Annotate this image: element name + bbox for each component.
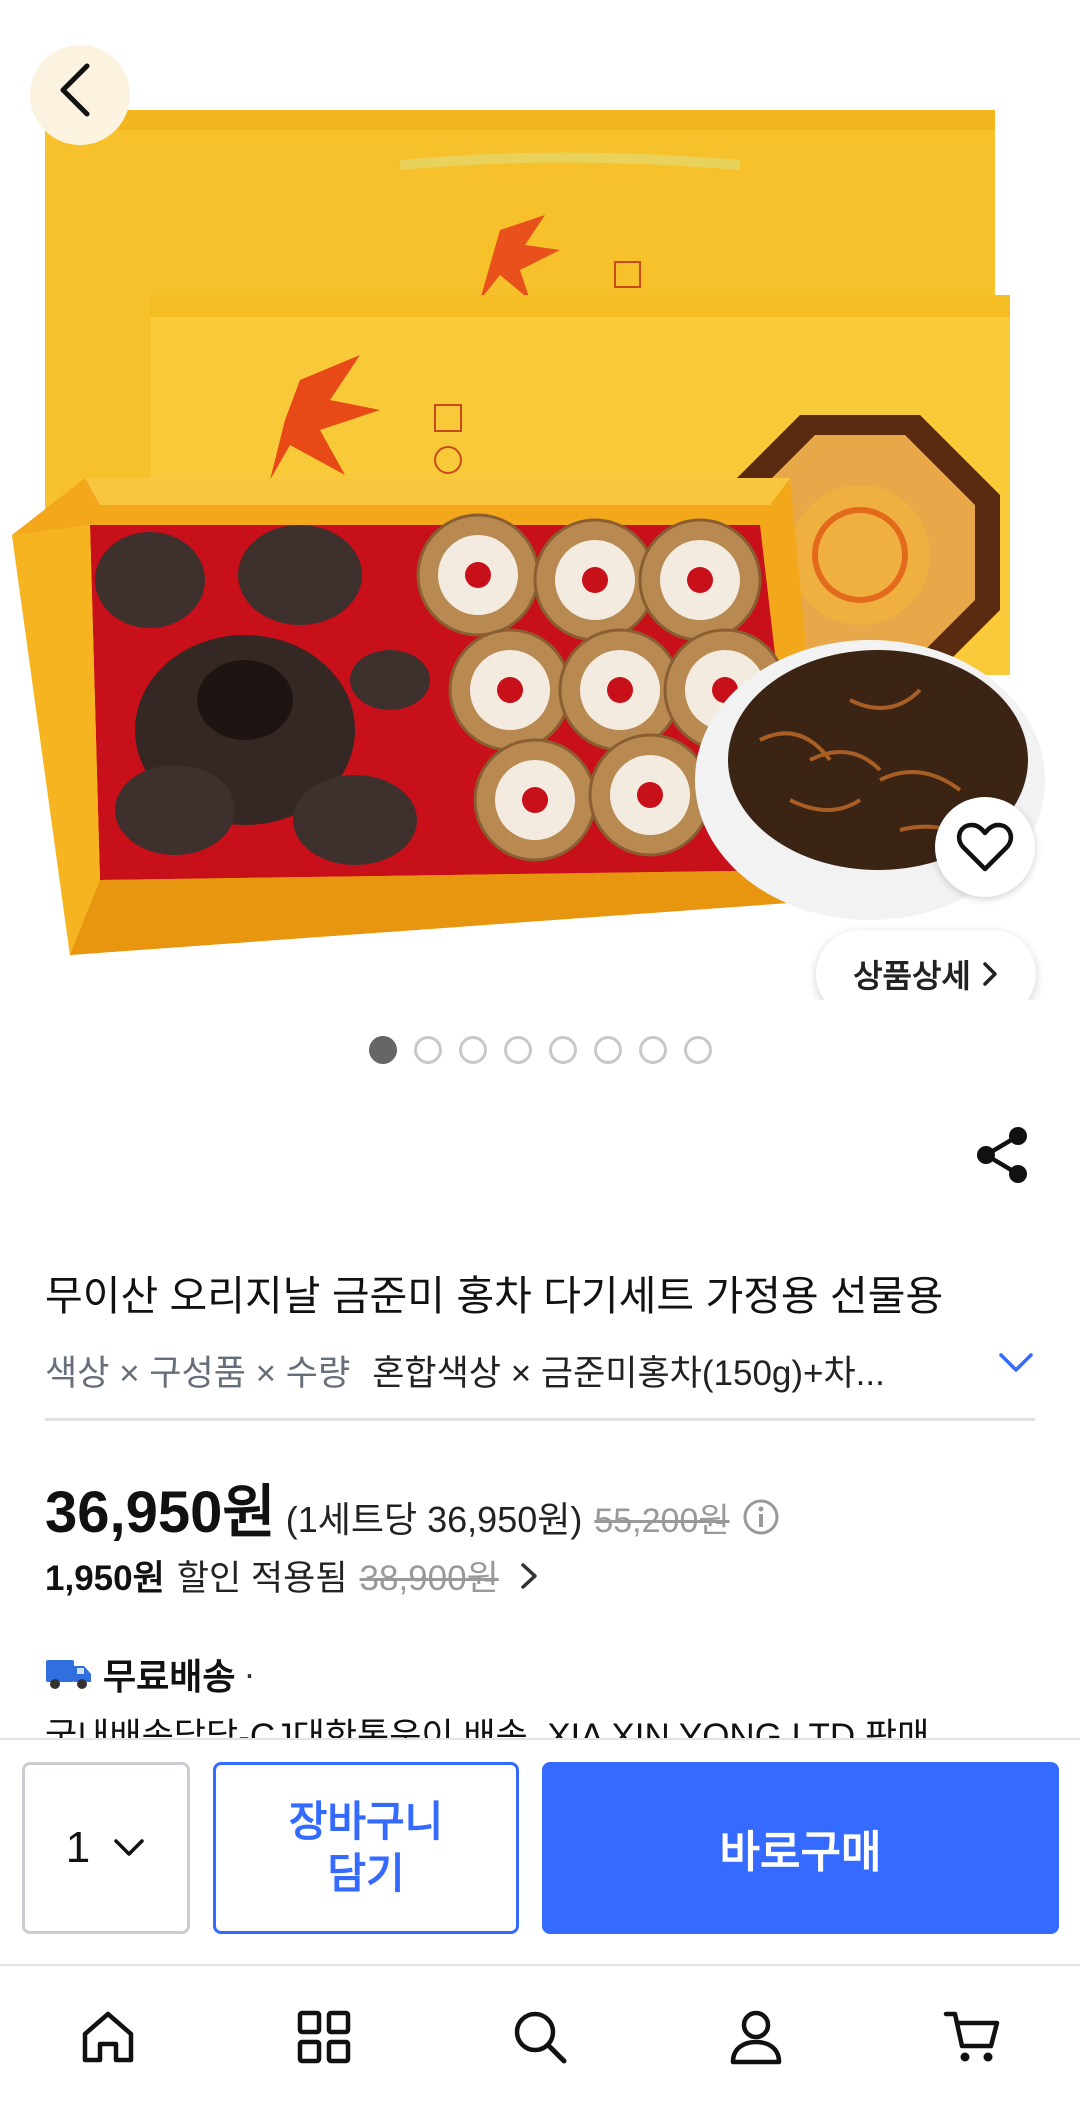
price-row: 36,950원 (1세트당 36,950원) 55,200원 [45, 1465, 780, 1549]
product-detail-label: 상품상세 [853, 958, 971, 994]
quantity-selector[interactable]: 1 [22, 1762, 190, 1934]
quantity-value: 1 [65, 1823, 91, 1872]
chevron-down-icon [114, 1839, 144, 1856]
divider [45, 1418, 1035, 1421]
carousel-dot[interactable] [683, 1036, 712, 1064]
carousel-dot[interactable] [368, 1036, 397, 1064]
carousel-dot[interactable] [413, 1036, 442, 1064]
buy-now-button[interactable]: 바로구매 [542, 1762, 1059, 1934]
cart-icon [943, 2011, 1000, 2062]
heart-icon [956, 822, 1014, 872]
nav-categories[interactable] [216, 1966, 432, 2108]
carousel-dot[interactable] [638, 1036, 667, 1064]
shipping-row: 무료배송 · [45, 1648, 255, 1700]
wishlist-button[interactable] [935, 797, 1035, 897]
option-selector[interactable]: 색상 × 구성품 × 수량 혼합색상 × 금준미홍차(150g)+차... [45, 1345, 1035, 1395]
truck-icon [46, 1660, 91, 1689]
shipping-label: 무료배송 [103, 1656, 236, 1697]
product-image [12, 45, 1045, 955]
share-button[interactable] [972, 1124, 1032, 1186]
discount-row[interactable]: 1,950원 할인 적용됨 38,900원 [45, 1550, 539, 1601]
carousel-dot[interactable] [503, 1036, 532, 1064]
discount-text: 할인 적용됨 [176, 1559, 348, 1598]
sale-price: 36,950원 [45, 1480, 276, 1545]
chevron-right-icon [521, 1562, 537, 1589]
product-detail-button[interactable]: 상품상세 [816, 930, 1036, 1000]
share-icon [977, 1127, 1027, 1183]
original-price: 55,200원 [594, 1502, 730, 1540]
carousel-dot[interactable] [593, 1036, 622, 1064]
grid-icon [297, 2010, 351, 2064]
home-icon [82, 2011, 134, 2063]
add-to-cart-label-line2: 담기 [327, 1850, 405, 1897]
nav-account[interactable] [648, 1966, 864, 2108]
carousel-dot[interactable] [548, 1036, 577, 1064]
bottom-navigation [0, 1964, 1080, 2108]
carousel-dot[interactable] [458, 1036, 487, 1064]
nav-search[interactable] [432, 1966, 648, 2108]
search-icon [514, 2011, 567, 2064]
back-button[interactable] [40, 50, 110, 130]
chevron-right-icon [983, 962, 997, 986]
option-label: 색상 × 구성품 × 수량 [45, 1353, 351, 1393]
add-to-cart-label-line1: 장바구니 [288, 1798, 444, 1845]
nav-cart[interactable] [864, 1966, 1080, 2108]
info-icon[interactable] [742, 1498, 780, 1536]
back-arrow-icon [60, 63, 90, 117]
nav-home[interactable] [0, 1966, 216, 2108]
product-image-carousel[interactable]: 상품상세 [0, 0, 1080, 1000]
buy-now-label: 바로구매 [719, 1828, 882, 1877]
unit-price: (1세트당 36,950원) [285, 1499, 583, 1540]
discount-amount: 1,950원 [45, 1559, 165, 1598]
add-to-cart-button[interactable]: 장바구니 담기 [213, 1762, 519, 1934]
chevron-down-icon [999, 1353, 1033, 1372]
purchase-action-bar: 1 장바구니 담기 바로구매 [0, 1738, 1080, 1964]
product-title: 무이산 오리지날 금준미 홍차 다기세트 가정용 선물용 [45, 1273, 944, 1319]
carousel-indicators [0, 1036, 1080, 1064]
discount-original-price: 38,900원 [359, 1559, 499, 1598]
user-icon [730, 2010, 782, 2065]
shipping-separator: · [243, 1653, 256, 1694]
option-value: 혼합색상 × 금준미홍차(150g)+차... [372, 1353, 885, 1393]
